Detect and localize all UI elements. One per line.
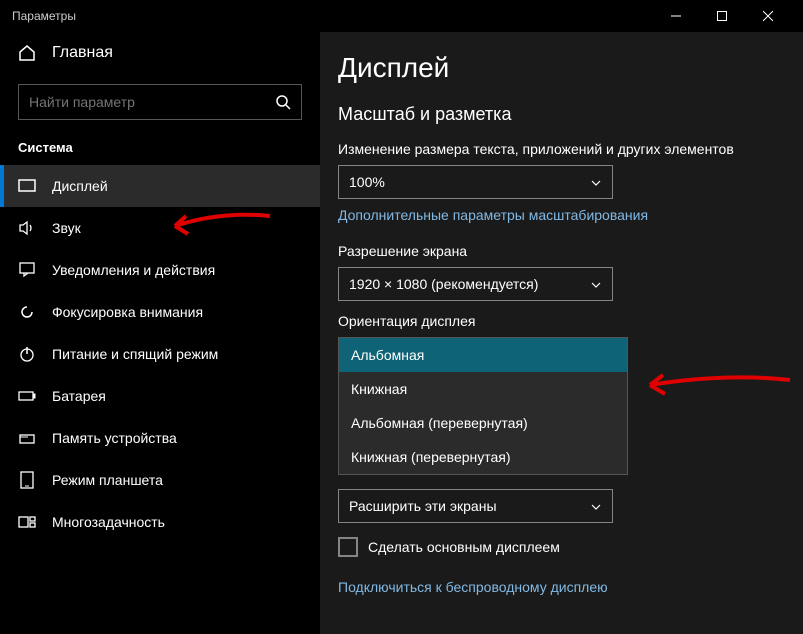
sidebar-item-label: Память устройства <box>52 430 177 446</box>
power-icon <box>18 345 36 363</box>
resolution-label: Разрешение экрана <box>338 243 785 259</box>
page-title: Дисплей <box>338 52 785 84</box>
display-icon <box>18 177 36 195</box>
section-header: Система <box>0 140 320 165</box>
orientation-dropdown[interactable]: Альбомная Книжная Альбомная (перевернута… <box>338 337 628 475</box>
storage-icon <box>18 429 36 447</box>
orientation-option[interactable]: Книжная (перевернутая) <box>339 440 627 474</box>
resolution-value: 1920 × 1080 (рекомендуется) <box>349 276 590 292</box>
sidebar-item-label: Многозадачность <box>52 514 165 530</box>
scale-label: Изменение размера текста, приложений и д… <box>338 141 785 157</box>
sidebar-item-sound[interactable]: Звук <box>0 207 320 249</box>
home-button[interactable]: Главная <box>0 32 320 74</box>
chevron-down-icon <box>590 278 602 290</box>
sidebar-item-label: Звук <box>52 220 81 236</box>
multi-display-value: Расширить эти экраны <box>349 498 590 514</box>
section-title: Масштаб и разметка <box>338 104 785 125</box>
wireless-display-link[interactable]: Подключиться к беспроводному дисплею <box>338 579 785 595</box>
window-title: Параметры <box>12 9 653 23</box>
maximize-button[interactable] <box>699 0 745 32</box>
sidebar-item-battery[interactable]: Батарея <box>0 375 320 417</box>
multi-display-select[interactable]: Расширить эти экраны <box>338 489 613 523</box>
sidebar-item-label: Батарея <box>52 388 106 404</box>
titlebar: Параметры <box>0 0 803 32</box>
scale-select[interactable]: 100% <box>338 165 613 199</box>
tablet-icon <box>18 471 36 489</box>
notifications-icon <box>18 261 36 279</box>
focus-icon <box>18 303 36 321</box>
sidebar-item-label: Фокусировка внимания <box>52 304 203 320</box>
orientation-option[interactable]: Книжная <box>339 372 627 406</box>
home-icon <box>18 44 36 62</box>
battery-icon <box>18 387 36 405</box>
search-icon <box>275 94 291 110</box>
sidebar-item-storage[interactable]: Память устройства <box>0 417 320 459</box>
chevron-down-icon <box>590 500 602 512</box>
sidebar-item-display[interactable]: Дисплей <box>0 165 320 207</box>
orientation-option[interactable]: Альбомная <box>339 338 627 372</box>
chevron-down-icon <box>590 176 602 188</box>
orientation-label: Ориентация дисплея <box>338 313 785 329</box>
checkbox-icon[interactable] <box>338 537 358 557</box>
sidebar-item-tablet[interactable]: Режим планшета <box>0 459 320 501</box>
close-button[interactable] <box>745 0 791 32</box>
main-panel: Дисплей Масштаб и разметка Изменение раз… <box>320 32 803 634</box>
multitasking-icon <box>18 513 36 531</box>
search-input[interactable] <box>29 94 275 110</box>
minimize-button[interactable] <box>653 0 699 32</box>
sidebar-item-focus[interactable]: Фокусировка внимания <box>0 291 320 333</box>
sidebar-item-label: Режим планшета <box>52 472 163 488</box>
sound-icon <box>18 219 36 237</box>
scale-value: 100% <box>349 174 590 190</box>
resolution-select[interactable]: 1920 × 1080 (рекомендуется) <box>338 267 613 301</box>
orientation-option[interactable]: Альбомная (перевернутая) <box>339 406 627 440</box>
sidebar-item-label: Уведомления и действия <box>52 262 215 278</box>
advanced-scale-link[interactable]: Дополнительные параметры масштабирования <box>338 207 785 223</box>
sidebar: Главная Система Дисплей Звук Уведомления… <box>0 32 320 634</box>
search-box[interactable] <box>18 84 302 120</box>
sidebar-item-label: Питание и спящий режим <box>52 346 218 362</box>
sidebar-item-multitasking[interactable]: Многозадачность <box>0 501 320 543</box>
primary-display-row[interactable]: Сделать основным дисплеем <box>338 537 785 557</box>
sidebar-item-label: Дисплей <box>52 178 108 194</box>
home-label: Главная <box>52 44 113 62</box>
sidebar-item-notifications[interactable]: Уведомления и действия <box>0 249 320 291</box>
primary-display-label: Сделать основным дисплеем <box>368 539 560 555</box>
sidebar-item-power[interactable]: Питание и спящий режим <box>0 333 320 375</box>
